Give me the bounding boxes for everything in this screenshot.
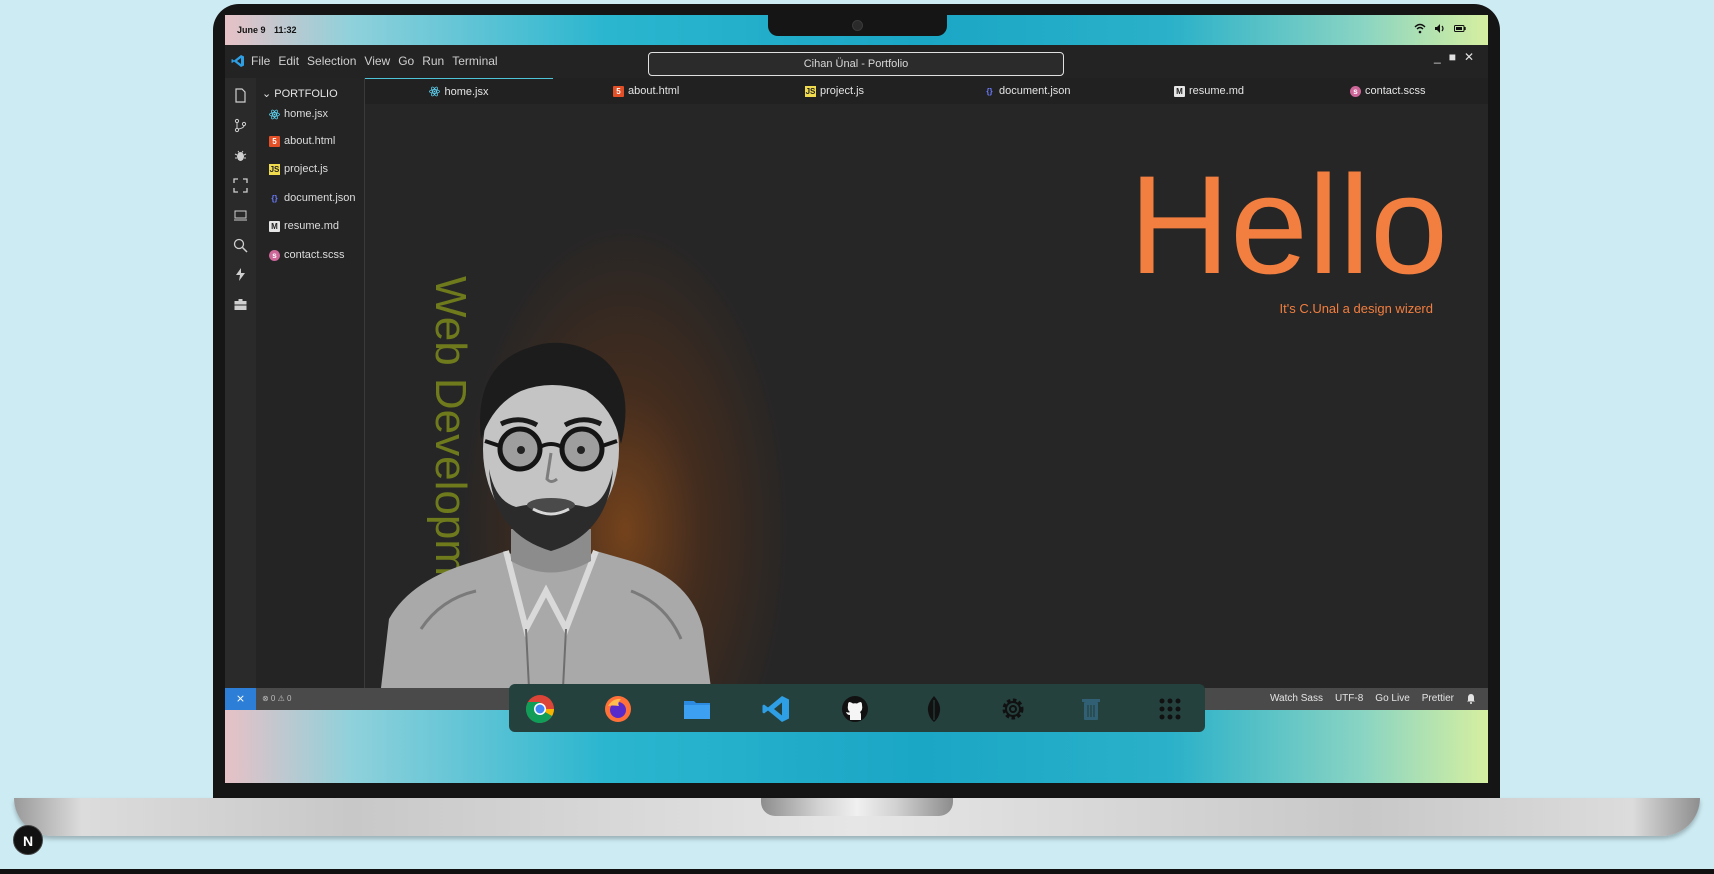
wifi-icon[interactable] [1414, 23, 1426, 34]
menu-selection[interactable]: Selection [307, 54, 356, 68]
html5-icon: 5 [269, 135, 280, 147]
javascript-icon: JS [805, 85, 816, 97]
menu-go[interactable]: Go [398, 54, 414, 68]
explorer-heading[interactable]: ⌄ PORTFOLIO [262, 87, 338, 100]
tab-resume[interactable]: M resume.md [1174, 78, 1244, 104]
system-date: June 9 [237, 25, 266, 35]
sass-icon: s [269, 249, 280, 261]
markdown-icon: M [1174, 85, 1185, 97]
vscode-logo-icon [231, 55, 244, 67]
file-name: contact.scss [284, 249, 345, 261]
settings-gear-icon[interactable] [998, 694, 1028, 724]
apps-grid-icon[interactable] [1155, 694, 1185, 724]
tab-project[interactable]: JS project.js [805, 78, 864, 104]
app-dock [509, 684, 1205, 732]
battery-icon[interactable] [1454, 23, 1466, 34]
editor-tabs: home.jsx 5 about.html JS project.js {} d… [365, 78, 1488, 104]
file-name: resume.md [284, 220, 340, 232]
bottom-edge [0, 869, 1714, 874]
hero-headline: Hello [1128, 146, 1448, 303]
json-icon: {} [986, 86, 993, 96]
files-icon[interactable] [682, 694, 712, 724]
menu-run[interactable]: Run [422, 54, 444, 68]
remote-connection-button[interactable]: ⨯ [225, 688, 256, 710]
remote-explorer-icon[interactable] [233, 208, 248, 223]
menu-bar: File Edit Selection View Go Run Terminal [251, 54, 498, 68]
explorer-files-icon[interactable] [233, 88, 248, 103]
explorer-folder-name: PORTFOLIO [274, 88, 338, 100]
explorer-file-document[interactable]: {} document.json [269, 192, 356, 204]
code-editor-window: File Edit Selection View Go Run Terminal… [225, 45, 1488, 710]
laptop-trackpad-notch [761, 798, 953, 816]
volume-icon[interactable] [1434, 23, 1446, 34]
explorer-file-contact[interactable]: s contact.scss [269, 249, 345, 261]
github-icon[interactable] [840, 694, 870, 724]
explorer-file-project[interactable]: JS project.js [269, 163, 328, 175]
react-icon [269, 109, 280, 119]
chrome-icon[interactable] [525, 694, 555, 724]
go-live-button[interactable]: Go Live [1375, 693, 1409, 704]
screen: June 9 11:32 File Edit Selection View Go… [225, 15, 1488, 783]
file-name: about.html [284, 135, 336, 147]
debug-bug-icon[interactable] [233, 148, 248, 163]
problems-indicator[interactable]: ⊗ 0 ⚠ 0 [262, 694, 291, 703]
menu-view[interactable]: View [364, 54, 390, 68]
system-clock: June 9 11:32 [237, 25, 303, 35]
firefox-icon[interactable] [603, 694, 633, 724]
javascript-icon: JS [269, 163, 280, 175]
activity-bar [225, 78, 256, 688]
editor-content: Web Development Hello It's C.Unal a desi… [365, 104, 1488, 688]
vscode-icon[interactable] [761, 694, 791, 724]
tab-label: home.jsx [444, 85, 489, 98]
status-items: Watch Sass UTF-8 Go Live Prettier [1270, 693, 1476, 704]
system-time: 11:32 [274, 25, 297, 35]
tab-contact[interactable]: s contact.scss [1350, 78, 1426, 104]
tab-label: project.js [820, 85, 865, 97]
menu-terminal[interactable]: Terminal [452, 54, 497, 68]
tab-label: document.json [999, 85, 1071, 97]
webcam [852, 20, 863, 31]
search-icon[interactable] [233, 238, 248, 253]
prettier-button[interactable]: Prettier [1422, 693, 1454, 704]
close-button[interactable]: ✕ [1464, 50, 1474, 64]
maximize-button[interactable]: ■ [1449, 50, 1456, 64]
extensions-box-icon[interactable] [233, 297, 248, 312]
fullscreen-icon[interactable] [233, 178, 248, 193]
sass-icon: s [1350, 85, 1361, 97]
minimize-button[interactable]: _ [1434, 50, 1441, 64]
window-controls: _ ■ ✕ [1434, 50, 1474, 64]
tab-label: about.html [628, 85, 680, 97]
tab-label: resume.md [1189, 85, 1245, 97]
title-bar: File Edit Selection View Go Run Terminal… [225, 45, 1488, 78]
markdown-icon: M [269, 220, 280, 232]
tab-about[interactable]: 5 about.html [613, 78, 679, 104]
menu-edit[interactable]: Edit [278, 54, 299, 68]
explorer-file-resume[interactable]: M resume.md [269, 220, 339, 232]
trash-icon[interactable] [1076, 694, 1106, 724]
lightning-icon[interactable] [233, 267, 248, 282]
portrait-photo [381, 342, 711, 688]
file-name: document.json [284, 192, 356, 204]
mongodb-icon[interactable] [919, 694, 949, 724]
html5-icon: 5 [613, 85, 624, 97]
next-badge[interactable]: N [13, 825, 43, 855]
system-tray [1414, 23, 1466, 34]
source-control-icon[interactable] [233, 118, 248, 133]
tab-label: contact.scss [1365, 85, 1426, 97]
encoding-button[interactable]: UTF-8 [1335, 693, 1363, 704]
file-explorer: ⌄ PORTFOLIO home.jsx 5 about.html JS pro… [256, 78, 365, 688]
tab-home[interactable]: home.jsx [365, 78, 553, 104]
command-search-box[interactable]: Cihan Ünal - Portfolio [648, 52, 1064, 76]
tab-document[interactable]: {} document.json [984, 78, 1071, 104]
notification-bell-icon[interactable] [1466, 693, 1476, 704]
watch-sass-button[interactable]: Watch Sass [1270, 693, 1323, 704]
file-name: home.jsx [284, 108, 329, 120]
hero-tagline: It's C.Unal a design wizerd [1279, 301, 1434, 316]
explorer-file-about[interactable]: 5 about.html [269, 135, 335, 147]
react-icon [429, 86, 441, 97]
explorer-file-home[interactable]: home.jsx [269, 108, 328, 120]
file-name: project.js [284, 163, 329, 175]
json-icon: {} [271, 193, 278, 203]
menu-file[interactable]: File [251, 54, 270, 68]
